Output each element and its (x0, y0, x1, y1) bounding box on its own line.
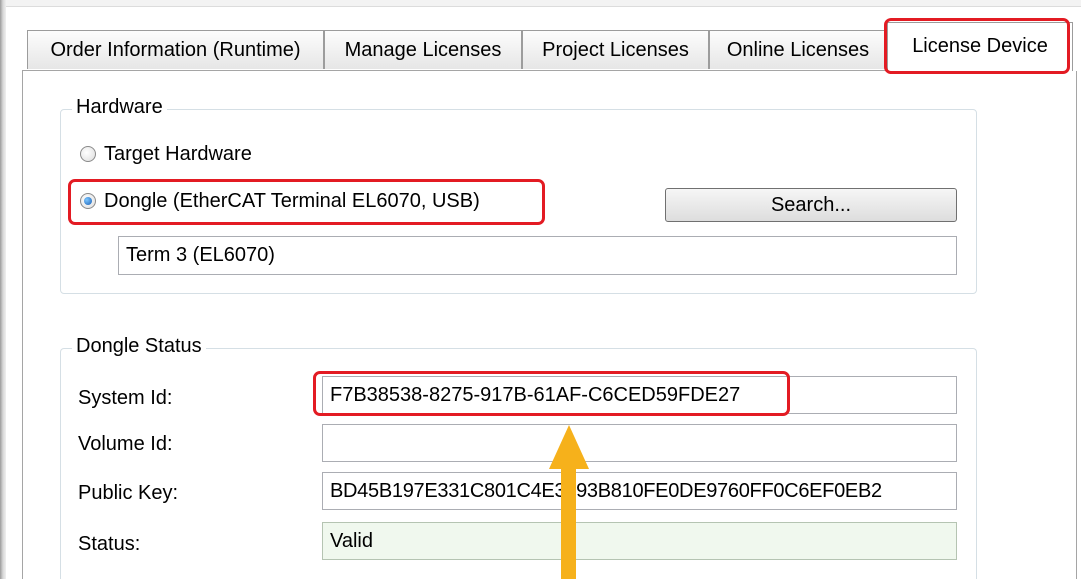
public-key-label: Public Key: (78, 482, 179, 504)
window-left-border (0, 0, 6, 579)
device-field[interactable]: Term 3 (EL6070) (118, 236, 957, 275)
radio-unchecked-icon[interactable] (80, 146, 96, 162)
radio-target-hardware[interactable]: Target Hardware (80, 139, 252, 169)
tab-order-information-runtime[interactable]: Order Information (Runtime) (27, 30, 324, 69)
tab-project-licenses[interactable]: Project Licenses (522, 30, 709, 69)
radio-target-hardware-label: Target Hardware (104, 142, 252, 165)
window-top-edge (6, 0, 1081, 7)
search-button[interactable]: Search... (665, 188, 957, 222)
tab-online-licenses[interactable]: Online Licenses (709, 30, 887, 69)
volume-id-field[interactable] (322, 424, 957, 462)
arrow-head (549, 425, 589, 469)
license-device-tab-highlight (884, 18, 1070, 74)
hardware-group-title: Hardware (72, 95, 167, 119)
public-key-field[interactable]: BD45B197E331C801C4E3893B810FE0DE9760FF0C… (322, 472, 957, 510)
tab-manage-licenses[interactable]: Manage Licenses (324, 30, 522, 69)
system-id-highlight (313, 371, 790, 416)
arrow-shaft (561, 466, 576, 579)
system-id-label: System Id: (78, 387, 173, 409)
dongle-status-group-title: Dongle Status (72, 334, 206, 358)
status-label: Status: (78, 533, 141, 555)
status-field: Valid (322, 522, 957, 560)
dongle-option-highlight (68, 179, 545, 225)
volume-id-label: Volume Id: (78, 433, 173, 455)
